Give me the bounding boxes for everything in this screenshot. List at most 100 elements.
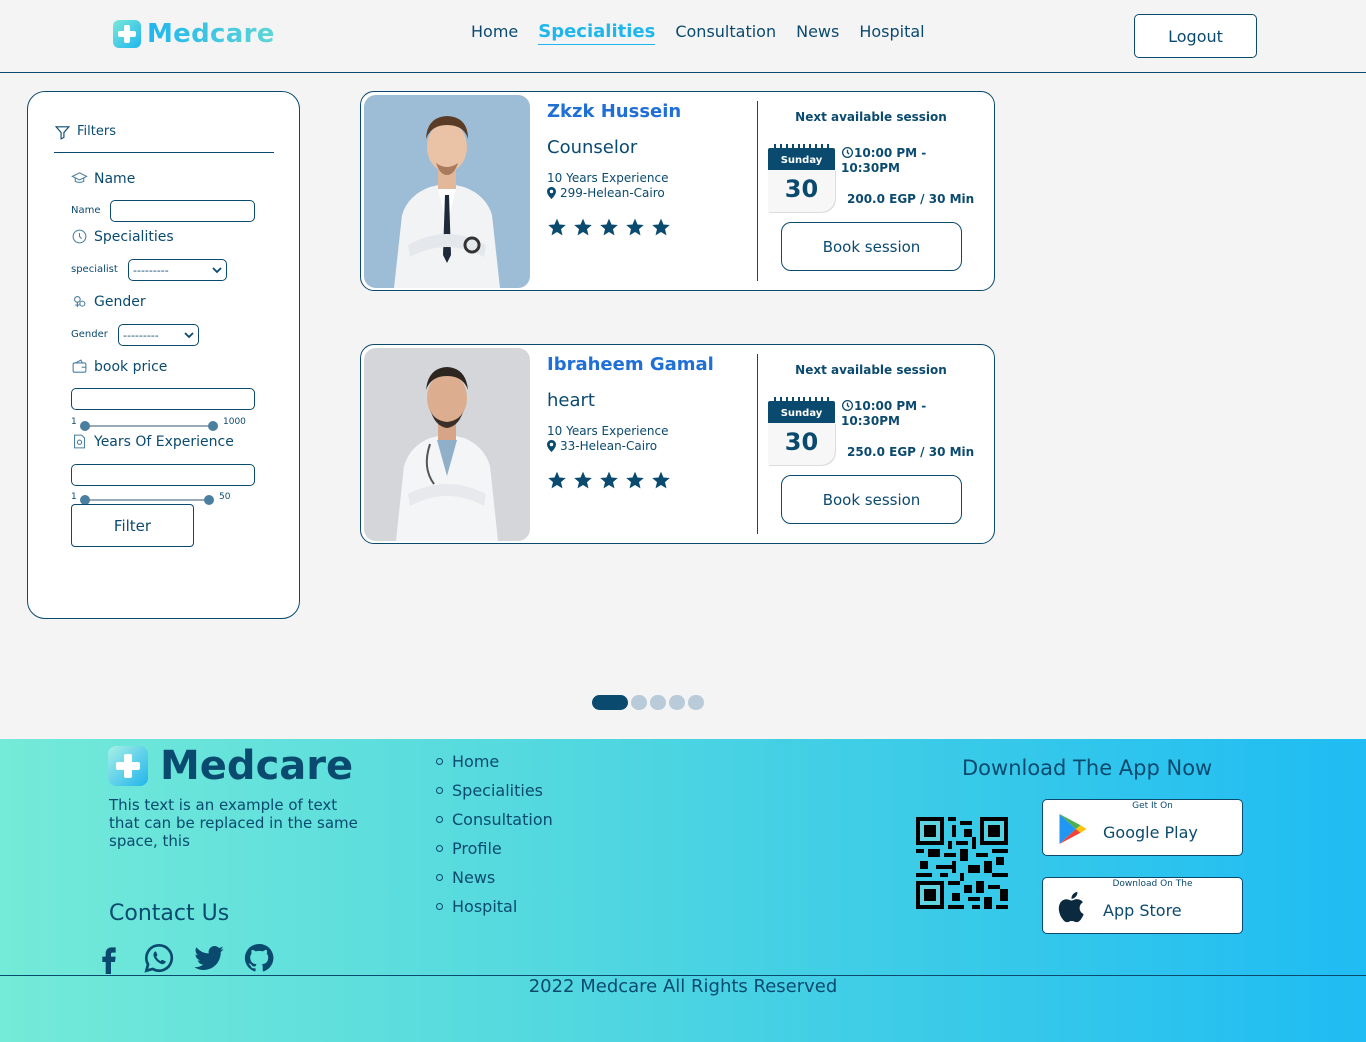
clock-icon (841, 399, 854, 412)
clock-icon (72, 229, 87, 244)
footer-logo[interactable]: Medcare (108, 743, 353, 789)
facebook-icon[interactable] (93, 942, 125, 974)
google-play-button[interactable]: Get It On Google Play (1042, 799, 1243, 856)
github-icon[interactable] (243, 942, 275, 974)
star-icon (600, 471, 618, 489)
star-icon (574, 471, 592, 489)
price-max-label: 1000 (223, 417, 246, 427)
map-pin-icon (547, 440, 556, 452)
specialist-select[interactable]: --------- (128, 259, 227, 281)
price-section-title: book price (94, 358, 168, 375)
session-date: 30 (768, 170, 835, 212)
price-input[interactable] (71, 388, 255, 410)
page-dot-3[interactable] (650, 695, 666, 710)
download-app-title: Download The App Now (962, 756, 1213, 780)
filters-header: Filters (54, 123, 274, 153)
name-label: Name (71, 205, 101, 216)
chevron-down-icon (184, 332, 194, 339)
brand-name: Medcare (147, 19, 275, 49)
star-icon (574, 218, 592, 236)
twitter-icon[interactable] (193, 942, 225, 974)
session-day: Sunday (768, 401, 835, 423)
logout-button[interactable]: Logout (1134, 14, 1257, 58)
doctor-location-text: 33-Helean-Cairo (560, 439, 658, 453)
star-icon (652, 218, 670, 236)
doctor-experience: 10 Years Experience (547, 171, 669, 185)
apple-icon (1058, 892, 1084, 923)
graduation-cap-icon (71, 172, 88, 183)
page-dot-5[interactable] (688, 695, 704, 710)
qr-code-icon[interactable] (916, 817, 1008, 909)
medical-cross-icon (113, 20, 141, 48)
price-min-label: 1 (71, 417, 77, 427)
filter-button[interactable]: Filter (71, 504, 194, 547)
session-day: Sunday (768, 148, 835, 170)
main-nav: Home Specialities Consultation News Hosp… (471, 21, 925, 45)
experience-section: Years Of Experience (71, 433, 234, 450)
book-session-button[interactable]: Book session (781, 475, 962, 524)
footer-links: Home Specialities Consultation Profile N… (436, 747, 553, 921)
specialist-select-value: --------- (133, 263, 169, 277)
google-play-label: Google Play (1103, 823, 1198, 842)
session-time-start: 10:00 PM - (854, 399, 927, 413)
footer-link-home: Home (436, 747, 553, 776)
doctor-name[interactable]: Ibraheem Gamal (547, 354, 714, 375)
star-icon (626, 218, 644, 236)
top-header: Medcare Home Specialities Consultation N… (0, 0, 1366, 73)
brand-logo[interactable]: Medcare (113, 19, 275, 49)
app-store-button[interactable]: Download On The App Store (1042, 877, 1243, 934)
star-icon (548, 218, 566, 236)
nav-home[interactable]: Home (471, 22, 518, 45)
name-section-title: Name (94, 170, 136, 187)
footer-link-consultation: Consultation (436, 805, 553, 834)
doctor-location-text: 299-Helean-Cairo (560, 186, 665, 200)
footer-description: This text is an example of text that can… (109, 796, 358, 850)
whatsapp-icon[interactable] (143, 942, 175, 974)
doctor-speciality: Counselor (547, 137, 638, 158)
star-icon (652, 471, 670, 489)
name-input[interactable] (110, 200, 255, 222)
price-range-slider[interactable] (80, 421, 218, 431)
experience-input[interactable] (71, 464, 255, 486)
experience-range-slider[interactable] (80, 495, 214, 505)
footer-brand-name: Medcare (160, 743, 354, 789)
site-footer: Medcare This text is an example of text … (0, 739, 1366, 1042)
gender-select-value: --------- (123, 328, 159, 342)
session-time: 10:00 PM - 10:30PM (841, 146, 926, 176)
medical-cross-icon (108, 746, 148, 786)
filters-panel: Filters Name Name Specialities specialis… (27, 91, 300, 619)
doctor-name[interactable]: Zkzk Hussein (547, 101, 681, 122)
app-store-label: App Store (1103, 901, 1182, 920)
nav-news[interactable]: News (796, 22, 839, 45)
doctor-experience: 10 Years Experience (547, 424, 669, 438)
price-max-handle[interactable] (208, 421, 218, 431)
clock-icon (841, 146, 854, 159)
specialities-section-title: Specialities (94, 228, 174, 245)
specialist-label: specialist (71, 264, 118, 275)
page-dot-1[interactable] (592, 695, 628, 710)
footer-link-profile: Profile (436, 834, 553, 863)
funnel-icon (54, 126, 71, 140)
nav-consultation[interactable]: Consultation (675, 22, 776, 45)
experience-max-handle[interactable] (204, 495, 214, 505)
price-section: book price (71, 358, 167, 375)
rating-stars (547, 470, 671, 490)
star-icon (626, 471, 644, 489)
gender-label: Gender (71, 329, 108, 340)
session-time-end: 10:30PM (841, 161, 900, 175)
gender-icon (74, 296, 86, 308)
calendar-icon: Sunday 30 (768, 144, 835, 212)
book-session-button[interactable]: Book session (781, 222, 962, 271)
footer-link-hospital: Hospital (436, 892, 553, 921)
filters-title: Filters (77, 124, 116, 139)
doctor-photo (364, 348, 530, 541)
next-session-label: Next available session (795, 363, 947, 377)
nav-hospital[interactable]: Hospital (859, 22, 924, 45)
nav-specialities[interactable]: Specialities (538, 21, 656, 45)
page-dot-4[interactable] (669, 695, 685, 710)
rating-stars (547, 217, 671, 237)
page-dot-2[interactable] (631, 695, 647, 710)
gender-select[interactable]: --------- (118, 324, 199, 346)
price-min-handle[interactable] (80, 421, 90, 431)
pagination (592, 695, 704, 710)
